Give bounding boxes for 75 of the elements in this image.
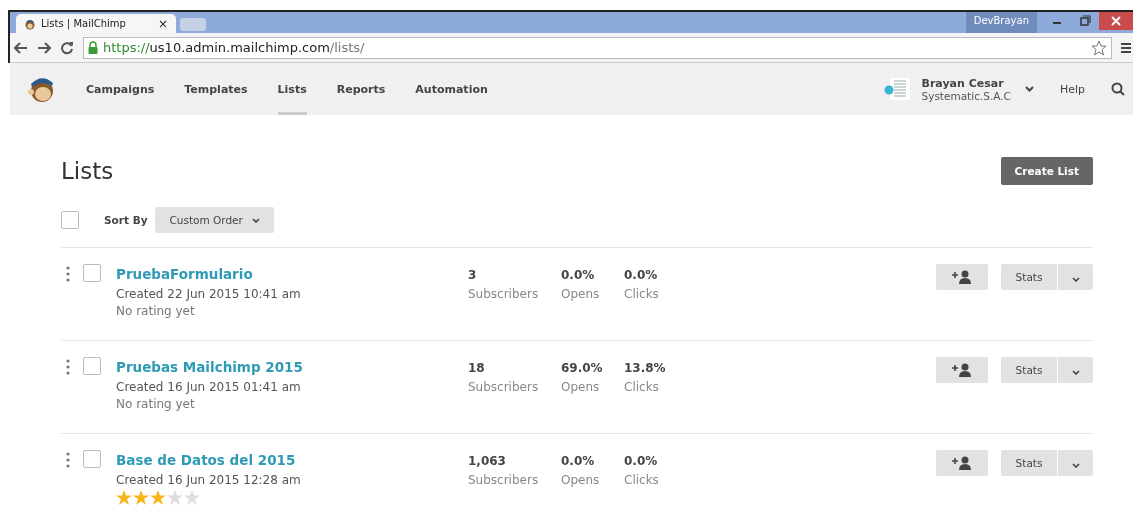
star-icon[interactable]	[1091, 39, 1107, 56]
subscriber-count: 3	[468, 268, 478, 282]
back-icon[interactable]	[14, 40, 28, 55]
nav-link[interactable]: Templates	[184, 63, 248, 115]
more-options-icon[interactable]	[66, 359, 70, 375]
more-options-icon[interactable]	[66, 266, 70, 282]
close-icon[interactable]	[1099, 12, 1133, 30]
forward-icon[interactable]	[37, 40, 51, 55]
list-checkbox[interactable]	[83, 264, 101, 282]
stat-label: Subscribers	[468, 287, 540, 301]
help-link[interactable]: Help	[1059, 82, 1085, 96]
opens-rate: 69.0%	[561, 361, 604, 375]
address-field[interactable]: https://us10.admin.mailchimp.com/lists/	[83, 36, 1112, 59]
stats-button[interactable]: Stats	[1001, 264, 1058, 290]
chevron-down-icon	[251, 217, 260, 223]
subscriber-count: 18	[468, 361, 486, 375]
stat-label: Opens	[561, 380, 601, 394]
clicks-rate: 13.8%	[624, 361, 666, 375]
add-subscriber-button[interactable]	[936, 450, 988, 476]
nav-link[interactable]: Campaigns	[86, 63, 155, 115]
account-avatar-icon	[883, 78, 910, 100]
add-person-icon	[952, 363, 972, 377]
stat-label: Clicks	[624, 287, 659, 301]
rating-text: No rating yet	[116, 304, 196, 318]
sort-label: Sort By	[104, 214, 148, 226]
stat-label: Opens	[561, 473, 601, 487]
star-icon	[133, 490, 149, 505]
created-date: Created 16 Jun 2015 12:28 am	[116, 473, 302, 487]
rating-text: No rating yet	[116, 397, 196, 411]
sort-dropdown[interactable]: Custom Order	[155, 207, 274, 233]
stat-label: Subscribers	[468, 473, 540, 487]
reload-icon[interactable]	[60, 40, 74, 55]
chevron-down-icon[interactable]	[1024, 86, 1034, 92]
menu-icon[interactable]	[1121, 41, 1131, 54]
nav-link[interactable]: Automation	[415, 63, 488, 115]
opens-rate: 0.0%	[561, 454, 596, 468]
browser-tab[interactable]: Lists | MailChimp ×	[16, 14, 176, 33]
clicks-rate: 0.0%	[624, 454, 659, 468]
star-icon	[150, 490, 166, 505]
stat-label: Opens	[561, 287, 601, 301]
stats-button[interactable]: Stats	[1001, 357, 1058, 383]
add-subscriber-button[interactable]	[936, 357, 988, 383]
monkey-icon	[24, 17, 36, 30]
more-options-icon[interactable]	[66, 452, 70, 468]
star-icon	[167, 490, 183, 505]
nav-link[interactable]: Reports	[336, 63, 386, 115]
add-subscriber-button[interactable]	[936, 264, 988, 290]
page-title: Lists	[61, 158, 114, 184]
add-person-icon	[952, 456, 972, 470]
clicks-rate: 0.0%	[624, 268, 659, 282]
list-checkbox[interactable]	[83, 450, 101, 468]
chevron-down-icon	[1071, 276, 1080, 282]
close-tab-button[interactable]: ×	[157, 16, 168, 31]
created-date: Created 22 Jun 2015 10:41 am	[116, 287, 302, 301]
stat-label: Clicks	[624, 473, 659, 487]
stats-button[interactable]: Stats	[1001, 450, 1058, 476]
lock-icon	[88, 41, 98, 54]
user-name: Brayan Cesar	[921, 76, 1005, 90]
chevron-down-icon	[1071, 369, 1080, 375]
subscriber-count: 1,063	[468, 454, 507, 468]
list-checkbox[interactable]	[83, 357, 101, 375]
search-icon[interactable]	[1111, 82, 1125, 96]
nav-link[interactable]: Lists	[277, 63, 307, 115]
chevron-down-icon	[1071, 462, 1080, 468]
stat-label: Subscribers	[468, 380, 540, 394]
star-icon	[116, 490, 132, 505]
stat-label: Clicks	[624, 380, 660, 394]
add-person-icon	[952, 270, 972, 284]
star-icon	[184, 490, 200, 505]
tab-title: Lists | MailChimp	[41, 18, 127, 29]
create-list-button[interactable]: Create List	[1000, 157, 1093, 185]
select-all-checkbox[interactable]	[61, 211, 79, 229]
created-date: Created 16 Jun 2015 01:41 am	[116, 380, 302, 394]
opens-rate: 0.0%	[561, 268, 596, 282]
user-company: Systematic.S.A.C	[921, 89, 1011, 102]
